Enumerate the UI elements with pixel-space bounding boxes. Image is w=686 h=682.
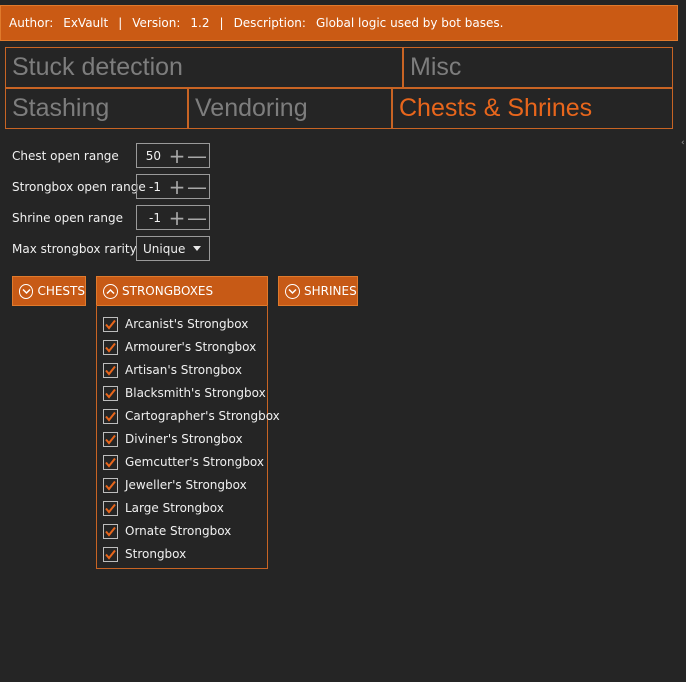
increment-button[interactable]: + [167,177,187,197]
checkmark-icon[interactable] [103,500,118,516]
strongbox-checkbox-label: Ornate Strongbox [125,524,232,538]
max-strongbox-rarity-select[interactable]: Unique [136,236,210,261]
checkmark-icon[interactable] [103,546,118,562]
strongbox-checkbox-label: Gemcutter's Strongbox [125,455,264,469]
chevron-up-icon [103,283,118,299]
strongbox-checkbox-label: Strongbox [125,547,187,561]
separator: | [219,16,224,30]
author-label: Author: [9,16,54,30]
tab-chests-and-shrines[interactable]: Chests & Shrines [392,88,673,129]
chevron-down-icon [285,283,300,299]
shrine-open-range-stepper: -1 + — [136,205,210,230]
max-strongbox-rarity-label: Max strongbox rarity [12,242,137,256]
checkmark-icon[interactable] [103,339,118,355]
decrement-button[interactable]: — [187,208,207,228]
strongbox-checkbox-item[interactable]: Artisan's Strongbox [103,360,242,380]
strongbox-checkbox-item[interactable]: Blacksmith's Strongbox [103,383,266,403]
strongbox-checkbox-label: Large Strongbox [125,501,224,515]
strongbox-checkbox-label: Diviner's Strongbox [125,432,243,446]
strongbox-open-range-stepper: -1 + — [136,174,210,199]
strongbox-checkbox-item[interactable]: Large Strongbox [103,498,224,518]
tab-stashing[interactable]: Stashing [5,88,188,129]
shrine-open-range-label: Shrine open range [12,211,123,225]
dropdown-caret-icon [193,246,201,251]
chest-open-range-label: Chest open range [12,149,119,163]
checkmark-icon[interactable] [103,454,118,470]
tab-misc[interactable]: Misc [403,47,673,88]
strongbox-checkbox-item[interactable]: Ornate Strongbox [103,521,231,541]
strongbox-checkbox-label: Blacksmith's Strongbox [125,386,266,400]
chest-open-range-value[interactable]: 50 [137,149,167,163]
tab-stuck-detection[interactable]: Stuck detection [5,47,403,88]
decrement-button[interactable]: — [187,146,207,166]
checkmark-icon[interactable] [103,477,118,493]
strongbox-list-panel: Arcanist's Strongbox Armourer's Strongbox… [96,305,280,569]
decrement-button[interactable]: — [187,177,207,197]
checkmark-icon[interactable] [103,523,118,539]
version-value: 1.2 [190,16,210,30]
strongbox-checkbox-item[interactable]: Strongbox [103,544,186,564]
scroll-indicator: ‹ [681,138,685,148]
strongbox-open-range-value[interactable]: -1 [137,180,167,194]
tab-vendoring[interactable]: Vendoring [188,88,392,129]
checkmark-icon[interactable] [103,362,118,378]
strongbox-checkbox-label: Arcanist's Strongbox [125,317,249,331]
plugin-info-bar: Author: ExVault | Version: 1.2 | Descrip… [0,5,678,41]
strongbox-checkbox-label: Jeweller's Strongbox [125,478,247,492]
checkmark-icon[interactable] [103,316,118,332]
description-label: Description: [233,16,306,30]
strongbox-checkbox-item[interactable]: Cartographer's Strongbox [103,406,280,426]
strongbox-checkbox-label: Cartographer's Strongbox [125,409,280,423]
strongbox-checkbox-label: Armourer's Strongbox [125,340,257,354]
strongbox-checkbox-item[interactable]: Jeweller's Strongbox [103,475,247,495]
shrine-open-range-value[interactable]: -1 [137,211,167,225]
strongbox-checkbox-item[interactable]: Gemcutter's Strongbox [103,452,264,472]
separator: | [118,16,123,30]
description-value: Global logic used by bot bases. [315,16,504,30]
chests-expander-label: CHESTS [37,284,85,298]
chest-open-range-stepper: 50 + — [136,143,210,168]
checkmark-icon[interactable] [103,385,118,401]
author-value: ExVault [63,16,109,30]
chevron-down-icon [19,283,34,299]
strongboxes-expander-button[interactable]: STRONGBOXES [96,276,268,306]
shrines-expander-label: SHRINES [304,284,357,298]
strongboxes-expander-label: STRONGBOXES [122,284,214,298]
shrines-expander-button[interactable]: SHRINES [278,276,358,306]
checkmark-icon[interactable] [103,431,118,447]
strongbox-checkbox-label: Artisan's Strongbox [125,363,243,377]
increment-button[interactable]: + [167,208,187,228]
chests-expander-button[interactable]: CHESTS [12,276,86,306]
version-label: Version: [132,16,181,30]
strongbox-checkbox-item[interactable]: Diviner's Strongbox [103,429,243,449]
increment-button[interactable]: + [167,146,187,166]
strongbox-checkbox-item[interactable]: Arcanist's Strongbox [103,314,248,334]
max-strongbox-rarity-value: Unique [143,241,186,256]
checkmark-icon[interactable] [103,408,118,424]
strongbox-open-range-label: Strongbox open range [12,180,146,194]
strongbox-checkbox-item[interactable]: Armourer's Strongbox [103,337,256,357]
